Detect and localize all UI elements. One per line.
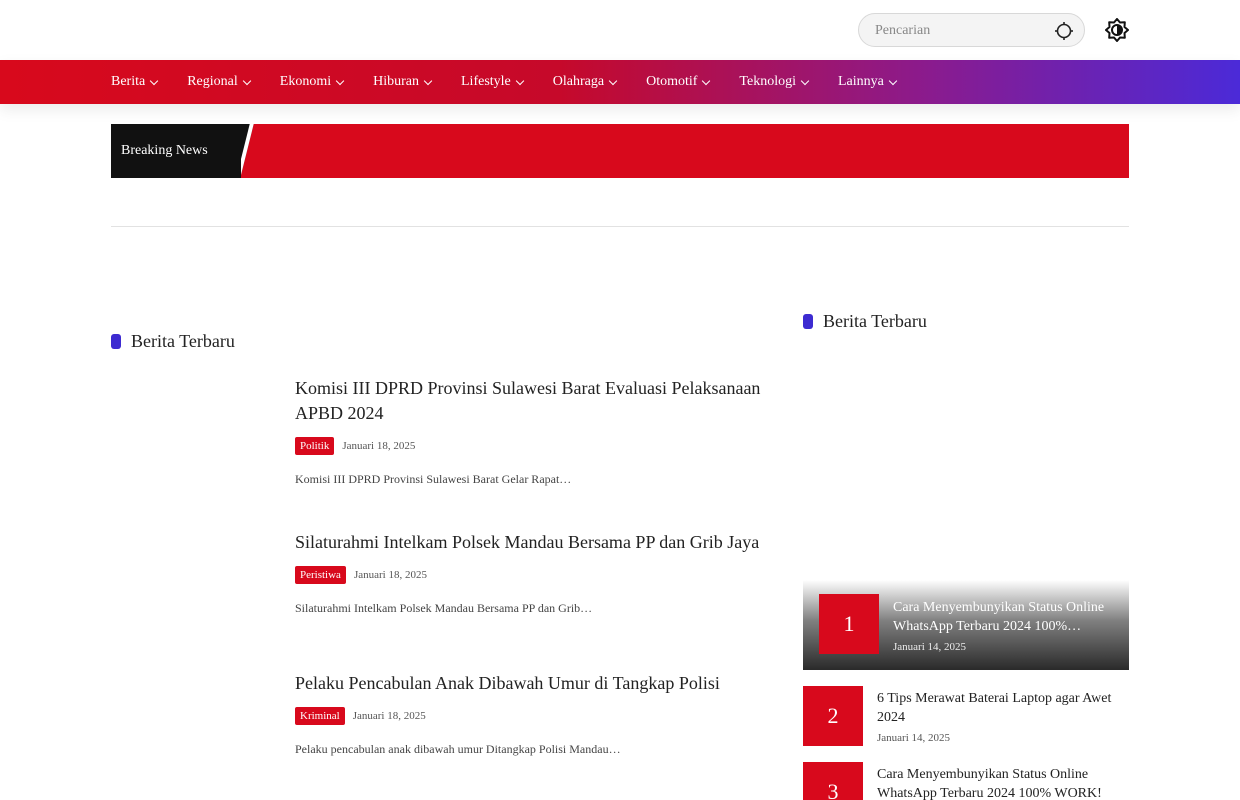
rank-badge: 1 (819, 594, 879, 654)
article-title[interactable]: Komisi III DPRD Provinsi Sulawesi Barat … (295, 376, 775, 426)
sidebar-item-title[interactable]: Cara Menyembunyikan Status Online WhatsA… (893, 598, 1118, 636)
nav-item-hiburan[interactable]: Hiburan (373, 74, 433, 90)
article-date: Januari 18, 2025 (352, 710, 426, 722)
article-meta: Peristiwa Januari 18, 2025 (295, 566, 775, 584)
sidebar-section-title: Berita Terbaru (803, 311, 927, 332)
nav-item-lifestyle[interactable]: Lifestyle (461, 74, 525, 90)
article-meta: Kriminal Januari 18, 2025 (295, 707, 775, 725)
nav-item-berita[interactable]: Berita (111, 74, 159, 90)
site-header (0, 0, 1240, 60)
dark-mode-toggle-icon[interactable] (1105, 18, 1129, 42)
breaking-news-bar: Breaking News (111, 124, 1129, 178)
article-date: Januari 18, 2025 (353, 569, 427, 581)
chevron-down-icon (888, 76, 898, 85)
category-badge[interactable]: Peristiwa (295, 566, 346, 584)
article-excerpt: Pelaku pencabulan anak dibawah umur Dita… (295, 742, 621, 756)
search-icon[interactable] (1054, 21, 1074, 41)
sidebar-item-date: Januari 14, 2025 (893, 641, 967, 653)
nav-list: Berita Regional Ekonomi Hiburan Lifestyl… (111, 60, 926, 104)
article-excerpt: Komisi III DPRD Provinsi Sulawesi Barat … (295, 472, 572, 486)
chevron-down-icon (423, 76, 433, 85)
article-item: Silaturahmi Intelkam Polsek Mandau Bersa… (295, 530, 775, 616)
sidebar-item-date: Januari 14, 2025 (877, 732, 951, 744)
section-divider (111, 226, 1129, 227)
article-title[interactable]: Pelaku Pencabulan Anak Dibawah Umur di T… (295, 671, 775, 696)
article-item: Komisi III DPRD Provinsi Sulawesi Barat … (295, 376, 775, 487)
main-nav: Berita Regional Ekonomi Hiburan Lifestyl… (0, 60, 1240, 104)
sidebar-featured-item[interactable]: 1 Cara Menyembunyikan Status Online What… (803, 580, 1129, 670)
article-date: Januari 18, 2025 (342, 440, 416, 452)
search-input[interactable] (875, 21, 1045, 41)
nav-item-otomotif[interactable]: Otomotif (646, 74, 711, 90)
sidebar-list-item[interactable]: 3 Cara Menyembunyikan Status Online What… (803, 762, 1129, 800)
category-badge[interactable]: Politik (295, 437, 335, 455)
category-badge[interactable]: Kriminal (295, 707, 345, 725)
main-section-title: Berita Terbaru (111, 331, 235, 352)
sidebar-item-title[interactable]: 6 Tips Merawat Baterai Laptop agar Awet … (877, 689, 1122, 727)
article-item: Pelaku Pencabulan Anak Dibawah Umur di T… (295, 671, 775, 757)
chevron-down-icon (608, 76, 618, 85)
chevron-down-icon (515, 76, 525, 85)
nav-item-regional[interactable]: Regional (187, 74, 252, 90)
sidebar-list-item[interactable]: 2 6 Tips Merawat Baterai Laptop agar Awe… (803, 686, 1129, 746)
chevron-down-icon (702, 76, 711, 85)
sidebar-item-title[interactable]: Cara Menyembunyikan Status Online WhatsA… (877, 765, 1122, 800)
article-meta: Politik Januari 18, 2025 (295, 437, 775, 455)
chevron-down-icon (149, 76, 159, 85)
chevron-down-icon (335, 76, 345, 85)
article-excerpt: Silaturahmi Intelkam Polsek Mandau Bersa… (295, 601, 593, 615)
rank-badge: 2 (803, 686, 863, 746)
nav-item-lainnya[interactable]: Lainnya (838, 74, 898, 90)
chevron-down-icon (242, 76, 252, 85)
rank-badge: 3 (803, 762, 863, 800)
article-title[interactable]: Silaturahmi Intelkam Polsek Mandau Bersa… (295, 530, 775, 555)
chevron-down-icon (800, 76, 810, 85)
nav-item-ekonomi[interactable]: Ekonomi (280, 74, 345, 90)
section-marker (803, 314, 813, 329)
section-marker (111, 334, 121, 349)
breaking-news-label: Breaking News (111, 124, 241, 178)
nav-item-olahraga[interactable]: Olahraga (553, 74, 618, 90)
search-box (858, 13, 1085, 47)
nav-item-teknologi[interactable]: Teknologi (739, 74, 810, 90)
